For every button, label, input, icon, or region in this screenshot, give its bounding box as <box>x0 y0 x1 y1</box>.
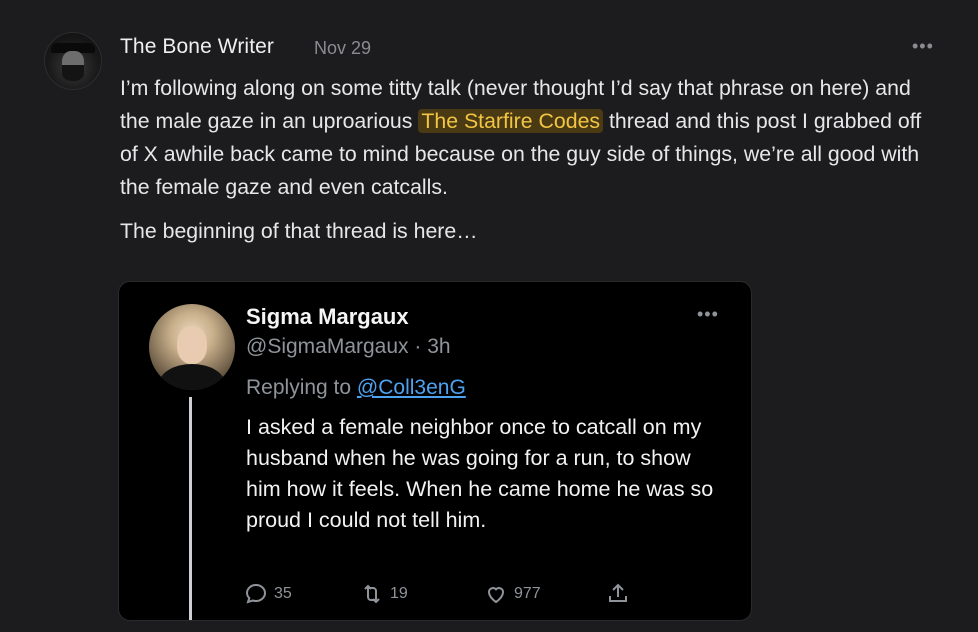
post-body: I’m following along on some titty talk (… <box>120 72 935 204</box>
tweet-more-icon: ••• <box>697 304 719 324</box>
reply-count: 35 <box>274 585 292 602</box>
author-name[interactable]: The Bone Writer <box>120 35 274 59</box>
author-avatar[interactable] <box>44 32 102 90</box>
tweet-text: I asked a female neighbor once to catcal… <box>246 415 714 532</box>
post-more-icon[interactable]: ••• <box>912 36 934 57</box>
reply-action: 35 <box>244 582 292 606</box>
like-action: 977 <box>484 582 541 606</box>
share-icon <box>609 583 627 602</box>
reply-icon <box>245 583 267 604</box>
share-action <box>606 582 630 606</box>
like-icon <box>487 587 505 604</box>
retweet-action: 19 <box>360 582 408 606</box>
replying-mention: @Coll3enG <box>356 376 466 399</box>
post-date: Nov 29 <box>314 38 372 58</box>
tweet-replying-to: Replying to @Coll3enG <box>246 376 466 400</box>
like-count: 977 <box>514 585 541 602</box>
retweet-icon <box>364 584 380 604</box>
tweet-actions: 35 19 977 <box>244 582 644 610</box>
tweet-name: Sigma Margaux <box>246 304 409 329</box>
tweet-avatar <box>149 304 235 390</box>
replying-prefix: Replying to <box>246 376 357 399</box>
tweet-handle: @SigmaMargaux · 3h <box>246 335 451 358</box>
thread-line <box>189 397 192 620</box>
thread-link[interactable]: The Starfire Codes <box>418 109 604 133</box>
retweet-count: 19 <box>390 585 408 602</box>
embedded-tweet-image[interactable]: Sigma Margaux @SigmaMargaux · 3h ••• Rep… <box>118 281 752 621</box>
post-paragraph-2: The beginning of that thread is here… <box>120 219 478 243</box>
